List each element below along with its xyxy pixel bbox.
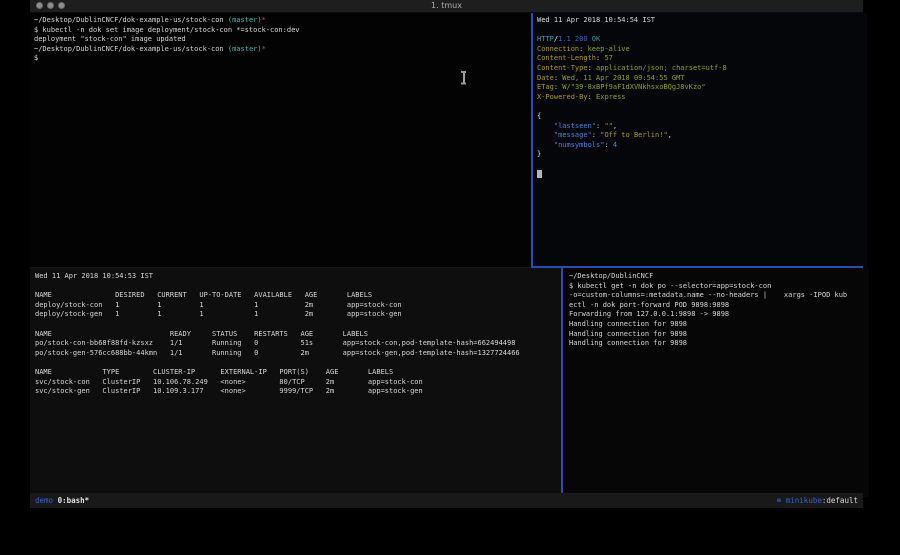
terminal-line: Handling connection for 9898	[569, 339, 869, 349]
terminal-line: deployment "stock-con" image updated	[34, 35, 535, 45]
terminal-line: po/stock-gen-576cc688bb-44kmn 1/1 Runnin…	[35, 349, 566, 359]
terminal-line: $ kubectl get -n dok po --selector=app=s…	[569, 282, 869, 292]
terminal-line: -o=custom-columns=:metadata.name --no-he…	[569, 291, 869, 301]
terminal-line	[537, 102, 867, 112]
terminal-line: HTTP/1.1 200 OK	[537, 35, 867, 45]
terminal-line: deploy/stock-con 1 1 1 1 2m app=stock-co…	[35, 301, 566, 311]
terminal-line: $ kubectl -n dok set image deployment/st…	[34, 26, 535, 36]
terminal-line: po/stock-con-bb68f88fd-kzsxz 1/1 Running…	[35, 339, 566, 349]
terminal-line: Content-Type: application/json; charset=…	[537, 64, 867, 74]
pane-http-response[interactable]: Wed 11 Apr 2018 10:54:54 IST HTTP/1.1 20…	[533, 13, 867, 269]
terminal-line	[537, 170, 867, 180]
terminal-line: Connection: keep-alive	[537, 45, 867, 55]
terminal-line	[35, 320, 566, 330]
terminal-line: ~/Desktop/DublinCNCF/dok-example-us/stoc…	[34, 45, 535, 55]
status-left: demo 0:bash*	[35, 493, 89, 508]
tmux-content: ~/Desktop/DublinCNCF/dok-example-us/stoc…	[30, 13, 863, 493]
pane-shell[interactable]: ~/Desktop/DublinCNCF/dok-example-us/stoc…	[30, 13, 535, 269]
window-titlebar[interactable]: 1. tmux	[30, 0, 863, 13]
terminal-line: Handling connection for 9898	[569, 330, 869, 340]
window-title: 1. tmux	[30, 0, 863, 12]
pane-port-forward[interactable]: ~/Desktop/DublinCNCF$ kubectl get -n dok…	[563, 268, 869, 497]
terminal-line: ectl -n dok port-forward POD 9898:9898	[569, 301, 869, 311]
tmux-status-bar: demo 0:bash* ☸ minikube:default	[30, 493, 863, 508]
text-cursor-pointer	[460, 71, 467, 84]
window-tab-bash[interactable]: 0:bash*	[58, 496, 90, 505]
status-right: ☸ minikube:default	[777, 493, 858, 508]
terminal-line: "message": "Off to Berlin!",	[537, 131, 867, 141]
terminal-line	[537, 26, 867, 36]
terminal-line: "numsymbols": 4	[537, 141, 867, 151]
pane-divider-horizontal-left[interactable]	[30, 267, 531, 268]
kube-namespace: :default	[822, 496, 858, 505]
kube-context: minikube	[786, 496, 822, 505]
terminal-line: Handling connection for 9898	[569, 320, 869, 330]
terminal-line: Wed 11 Apr 2018 10:54:54 IST	[537, 16, 867, 26]
pane-divider-horizontal-right[interactable]	[531, 266, 863, 268]
terminal-line: Wed 11 Apr 2018 10:54:53 IST	[35, 272, 566, 282]
pane-divider-vertical-bottom[interactable]	[561, 268, 563, 493]
terminal-line: NAME READY STATUS RESTARTS AGE LABELS	[35, 330, 566, 340]
terminal-line: svc/stock-con ClusterIP 10.106.78.249 <n…	[35, 378, 566, 388]
terminal-line: "lastseen": "",	[537, 122, 867, 132]
terminal-line: NAME TYPE CLUSTER-IP EXTERNAL-IP PORT(S)…	[35, 368, 566, 378]
terminal-line: Content-Length: 57	[537, 54, 867, 64]
terminal-line	[537, 160, 867, 170]
terminal-line	[35, 282, 566, 292]
terminal-line: ETag: W/"39-8xBPf9aF1dXVNkhsxoBQgJ8vKzo"	[537, 83, 867, 93]
terminal-line: ~/Desktop/DublinCNCF	[569, 272, 869, 282]
pane-kubectl-watch[interactable]: Wed 11 Apr 2018 10:54:53 IST NAME DESIRE…	[30, 268, 566, 497]
pane-divider-vertical-top[interactable]	[531, 13, 533, 268]
terminal-line: }	[537, 150, 867, 160]
terminal-line: NAME DESIRED CURRENT UP-TO-DATE AVAILABL…	[35, 291, 566, 301]
terminal-line: deploy/stock-gen 1 1 1 1 2m app=stock-ge…	[35, 310, 566, 320]
terminal-line: X-Powered-By: Express	[537, 93, 867, 103]
terminal-line	[35, 358, 566, 368]
terminal-line: Forwarding from 127.0.0.1:9898 -> 9898	[569, 310, 869, 320]
kubernetes-icon: ☸	[777, 496, 786, 505]
terminal-line: Date: Wed, 11 Apr 2018 09:54:55 GMT	[537, 74, 867, 84]
terminal-line: $	[34, 54, 535, 64]
terminal-window: 1. tmux ~/Desktop/DublinCNCF/dok-example…	[30, 0, 863, 508]
terminal-line: ~/Desktop/DublinCNCF/dok-example-us/stoc…	[34, 16, 535, 26]
session-name: demo	[35, 496, 53, 505]
terminal-cursor	[537, 170, 542, 178]
terminal-line: {	[537, 112, 867, 122]
terminal-line: svc/stock-gen ClusterIP 10.109.3.177 <no…	[35, 387, 566, 397]
